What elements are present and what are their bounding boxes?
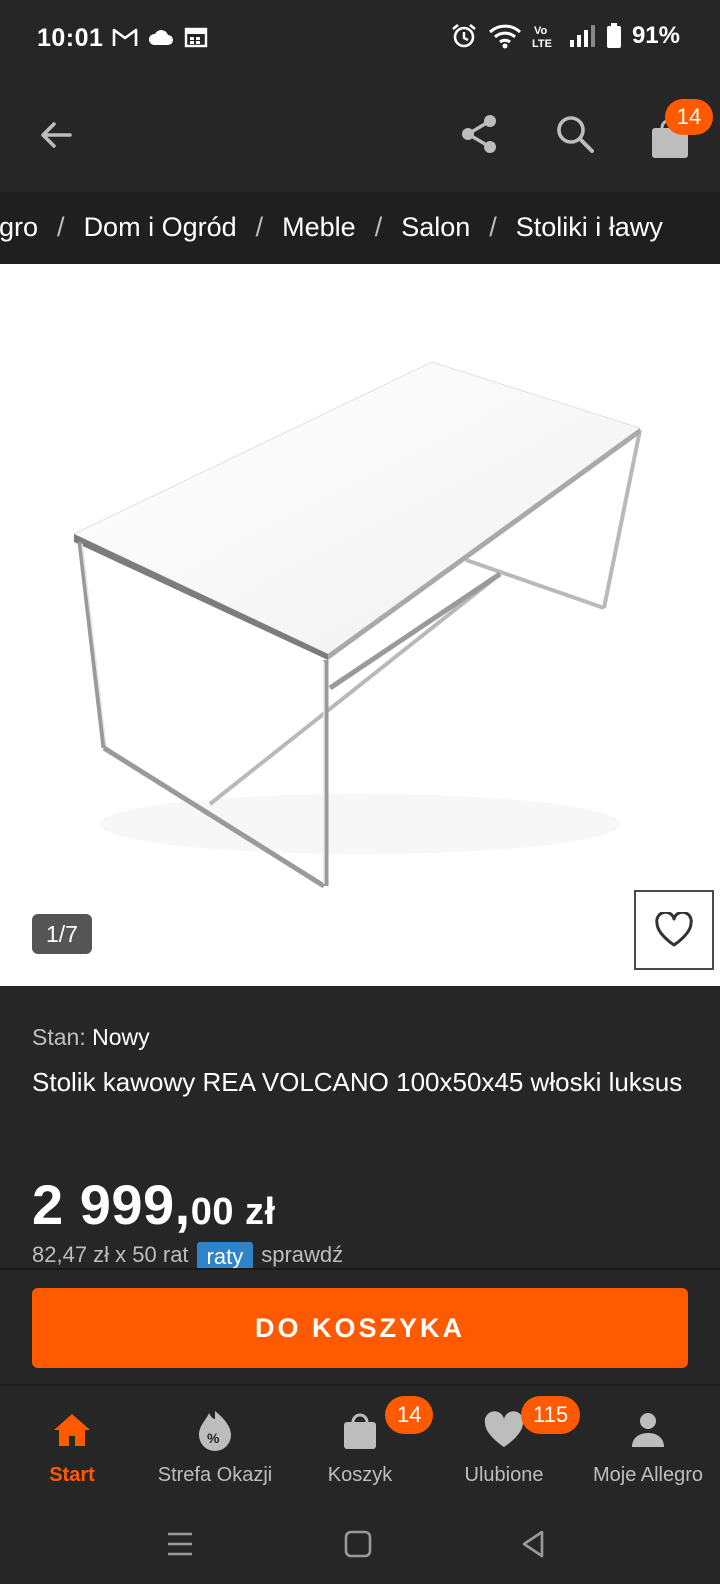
system-navigation-bar bbox=[0, 1504, 720, 1584]
nav-label-start: Start bbox=[49, 1464, 95, 1486]
svg-text:LTE: LTE bbox=[532, 38, 552, 50]
wifi-icon bbox=[488, 24, 521, 49]
product-image-gallery[interactable] bbox=[0, 264, 720, 986]
nav-label-koszyk: Koszyk bbox=[327, 1464, 393, 1486]
nav-item-moje-allegro[interactable]: Moje Allegro bbox=[576, 1386, 720, 1506]
recent-apps-icon[interactable] bbox=[162, 1526, 198, 1562]
add-to-cart-button[interactable]: DO KOSZYKA bbox=[32, 1288, 688, 1368]
installment-badge: raty bbox=[196, 1242, 254, 1268]
condition: Stan: Nowy bbox=[32, 1024, 150, 1051]
svg-text:Vo: Vo bbox=[534, 25, 548, 37]
koszyk-badge: 14 bbox=[385, 1396, 434, 1434]
add-to-favorites-button[interactable] bbox=[634, 890, 714, 970]
price-decimals: 00 zł bbox=[190, 1191, 276, 1233]
deals-icon: % bbox=[199, 1411, 231, 1451]
product-title: Stolik kawowy REA VOLCANO 100x50x45 włos… bbox=[32, 1067, 683, 1097]
breadcrumb-item-allegro[interactable]: Allegro bbox=[0, 212, 38, 243]
condition-value: Nowy bbox=[92, 1024, 150, 1050]
breadcrumb-separator: / bbox=[57, 212, 65, 242]
nav-label-strefa-okazji: Strefa Okazji bbox=[157, 1464, 273, 1486]
share-icon[interactable] bbox=[458, 112, 502, 156]
installment-text: 82,47 zł x 50 rat bbox=[32, 1242, 189, 1267]
installments-row: 82,47 zł x 50 rat raty sprawdź bbox=[32, 1242, 343, 1268]
battery-percentage: 91% bbox=[631, 22, 680, 49]
nav-item-start[interactable]: Start bbox=[0, 1386, 144, 1506]
condition-label: Stan: bbox=[32, 1024, 86, 1050]
cloud-icon bbox=[148, 30, 173, 45]
status-right-icons: Vo LTE 91% bbox=[450, 22, 680, 50]
breadcrumb-separator: / bbox=[489, 212, 497, 242]
alarm-icon bbox=[452, 23, 476, 48]
cart-count-badge: 14 bbox=[665, 99, 713, 135]
breadcrumb-item-stoliki[interactable]: Stoliki i ławy bbox=[516, 212, 663, 243]
product-image-coffee-table bbox=[72, 361, 642, 889]
heart-icon bbox=[484, 1411, 524, 1447]
app-bar bbox=[0, 80, 720, 192]
breadcrumb-separator: / bbox=[255, 212, 264, 242]
back-arrow-icon[interactable] bbox=[34, 113, 78, 157]
breadcrumb-separator: / bbox=[374, 212, 383, 242]
nav-item-strefa-okazji[interactable]: % Strefa Okazji bbox=[143, 1386, 287, 1506]
search-icon[interactable] bbox=[553, 112, 597, 156]
product-price: 2 999,00 zł bbox=[32, 1172, 276, 1237]
gmail-icon bbox=[112, 28, 138, 46]
svg-text:%: % bbox=[207, 1430, 220, 1446]
volte-icon: Vo LTE bbox=[532, 25, 552, 50]
status-time: 10:01 bbox=[37, 24, 104, 52]
breadcrumb-item-dom-i-ogrod[interactable]: Dom i Ogród bbox=[84, 212, 237, 243]
heart-outline-icon bbox=[655, 912, 693, 947]
breadcrumb-item-meble[interactable]: Meble bbox=[282, 212, 356, 243]
breadcrumb: Allegro / Dom i Ogród / Meble / Salon / … bbox=[0, 192, 720, 264]
status-left-icons bbox=[112, 26, 208, 48]
installment-check-link[interactable]: sprawdź bbox=[261, 1242, 343, 1268]
battery-icon bbox=[606, 23, 621, 48]
home-button-icon[interactable] bbox=[340, 1526, 376, 1562]
breadcrumb-item-salon[interactable]: Salon bbox=[401, 212, 470, 243]
status-bar: 10:01 Vo LTE 91% bbox=[0, 0, 720, 80]
signal-icon bbox=[569, 25, 595, 47]
image-counter: 1/7 bbox=[32, 914, 92, 954]
back-button-icon[interactable] bbox=[516, 1526, 552, 1562]
nav-label-ulubione: Ulubione bbox=[464, 1464, 544, 1486]
nav-label-moje-allegro: Moje Allegro bbox=[592, 1464, 704, 1486]
ulubione-badge: 115 bbox=[521, 1396, 581, 1434]
person-icon bbox=[632, 1413, 664, 1447]
price-main: 2 999, bbox=[32, 1173, 191, 1236]
calendar-icon bbox=[184, 27, 208, 48]
home-icon bbox=[54, 1414, 90, 1446]
bottom-navigation: Start % Strefa Okazji Koszyk Ulubione Mo… bbox=[0, 1384, 720, 1504]
bag-icon bbox=[344, 1413, 376, 1449]
